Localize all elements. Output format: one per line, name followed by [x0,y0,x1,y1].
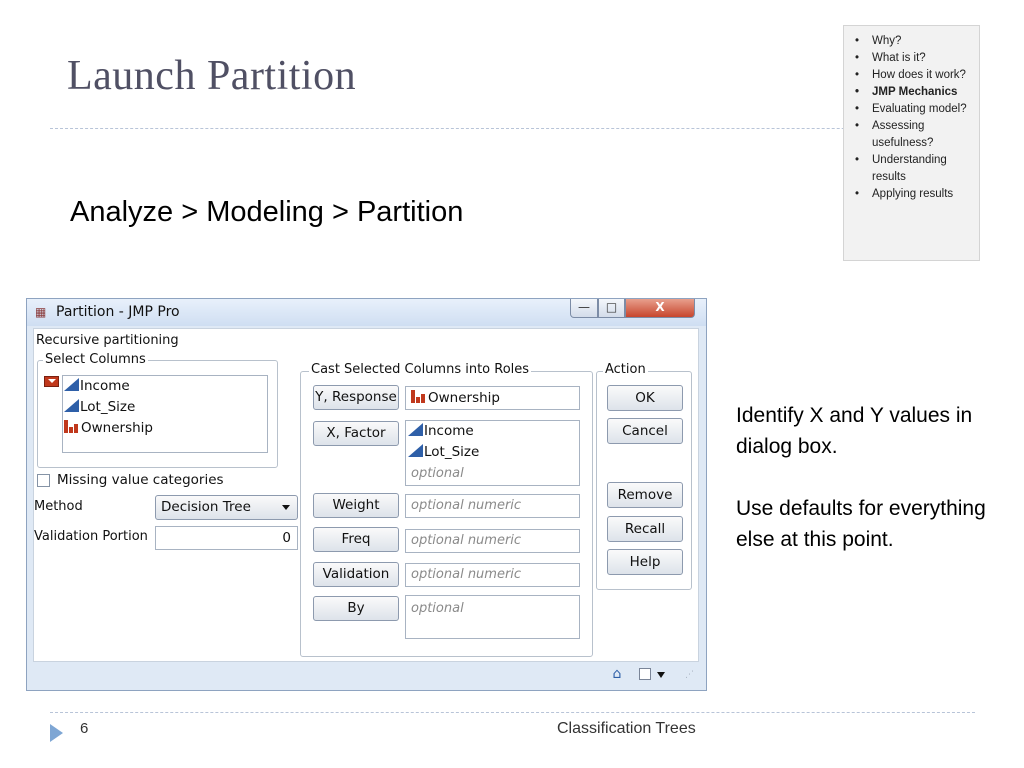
minimize-button[interactable]: — [570,299,598,318]
continuous-icon [64,399,79,412]
recall-button[interactable]: Recall [607,516,683,542]
outline-item: Assessing usefulness? [855,118,973,152]
window-title: Partition - JMP Pro [56,304,180,320]
slide-title: Launch Partition [67,53,357,99]
validation-portion-input[interactable]: 0 [155,526,298,550]
topic-outline-list: Why? What is it? How does it work? JMP M… [855,33,973,203]
jmp-app-icon: ▦ [35,305,47,319]
window-options-checkbox[interactable] [639,668,651,680]
by-field[interactable]: optional [405,595,580,639]
topic-outline: Why? What is it? How does it work? JMP M… [843,25,980,261]
help-button[interactable]: Help [607,549,683,575]
continuous-icon [408,423,423,436]
outline-item: What is it? [855,50,973,67]
select-columns-title: Select Columns [43,352,148,367]
by-placeholder: optional [411,601,464,616]
column-item-income[interactable]: Income [64,378,130,394]
footer-title: Classification Trees [557,720,696,737]
nominal-icon [411,390,426,403]
column-filter-dropdown-icon[interactable] [44,376,59,387]
title-divider [50,128,975,129]
x-factor-list[interactable]: Income Lot_Size optional [405,420,580,486]
slide-notes: Identify X and Y values in dialog box. U… [736,400,986,555]
freq-button[interactable]: Freq [313,527,399,552]
validation-portion-label: Validation Portion [34,529,148,544]
method-label: Method [34,499,83,514]
continuous-icon [408,444,423,457]
validation-button[interactable]: Validation [313,562,399,587]
nominal-icon [64,420,79,433]
validation-field[interactable]: optional numeric [405,563,580,587]
column-item-lot-size[interactable]: Lot_Size [64,399,135,415]
maximize-button[interactable]: □ [598,299,625,318]
chevron-down-icon[interactable] [657,672,665,678]
method-value: Decision Tree [161,499,251,515]
remove-button[interactable]: Remove [607,482,683,508]
triangle-bullet-icon [50,724,63,742]
missing-value-label: Missing value categories [57,472,224,488]
action-title: Action [603,362,648,377]
cast-roles-title: Cast Selected Columns into Roles [309,362,532,377]
status-bar: ⌂ ⋰ [33,662,699,686]
weight-button[interactable]: Weight [313,493,399,518]
footer-divider [50,712,975,713]
dialog-heading: Recursive partitioning [36,333,179,348]
y-response-field[interactable]: Ownership [405,386,580,410]
outline-item: How does it work? [855,67,973,84]
missing-value-checkbox[interactable] [37,474,50,487]
dialog-body: Recursive partitioning Select Columns In… [33,328,699,662]
x-factor-item-lot-size[interactable]: Lot_Size [408,444,479,460]
outline-item-active: JMP Mechanics [855,84,973,101]
menu-path: Analyze > Modeling > Partition [70,196,464,228]
ok-button[interactable]: OK [607,385,683,411]
cancel-button[interactable]: Cancel [607,418,683,444]
x-factor-item-income[interactable]: Income [408,423,474,439]
freq-field[interactable]: optional numeric [405,529,580,553]
method-select[interactable]: Decision Tree [155,495,298,520]
outline-item: Understanding results [855,152,973,186]
chevron-down-icon [282,505,290,510]
resize-grip-icon[interactable]: ⋰ [685,670,695,680]
by-button[interactable]: By [313,596,399,621]
outline-item: Why? [855,33,973,50]
close-button[interactable]: X [625,299,695,318]
home-icon[interactable]: ⌂ [609,666,625,682]
page-number: 6 [80,720,89,737]
outline-item: Evaluating model? [855,101,973,118]
y-response-button[interactable]: Y, Response [313,385,399,410]
partition-dialog-window: ▦ Partition - JMP Pro — □ X Recursive pa… [26,298,707,691]
note-paragraph: Use defaults for everything else at this… [736,497,986,551]
weight-field[interactable]: optional numeric [405,494,580,518]
x-factor-button[interactable]: X, Factor [313,421,399,446]
outline-item: Applying results [855,186,973,203]
column-list: Income Lot_Size Ownership [62,375,268,453]
x-factor-placeholder: optional [411,466,464,481]
column-item-ownership[interactable]: Ownership [64,420,153,436]
note-paragraph: Identify X and Y values in dialog box. [736,404,973,458]
continuous-icon [64,378,79,391]
